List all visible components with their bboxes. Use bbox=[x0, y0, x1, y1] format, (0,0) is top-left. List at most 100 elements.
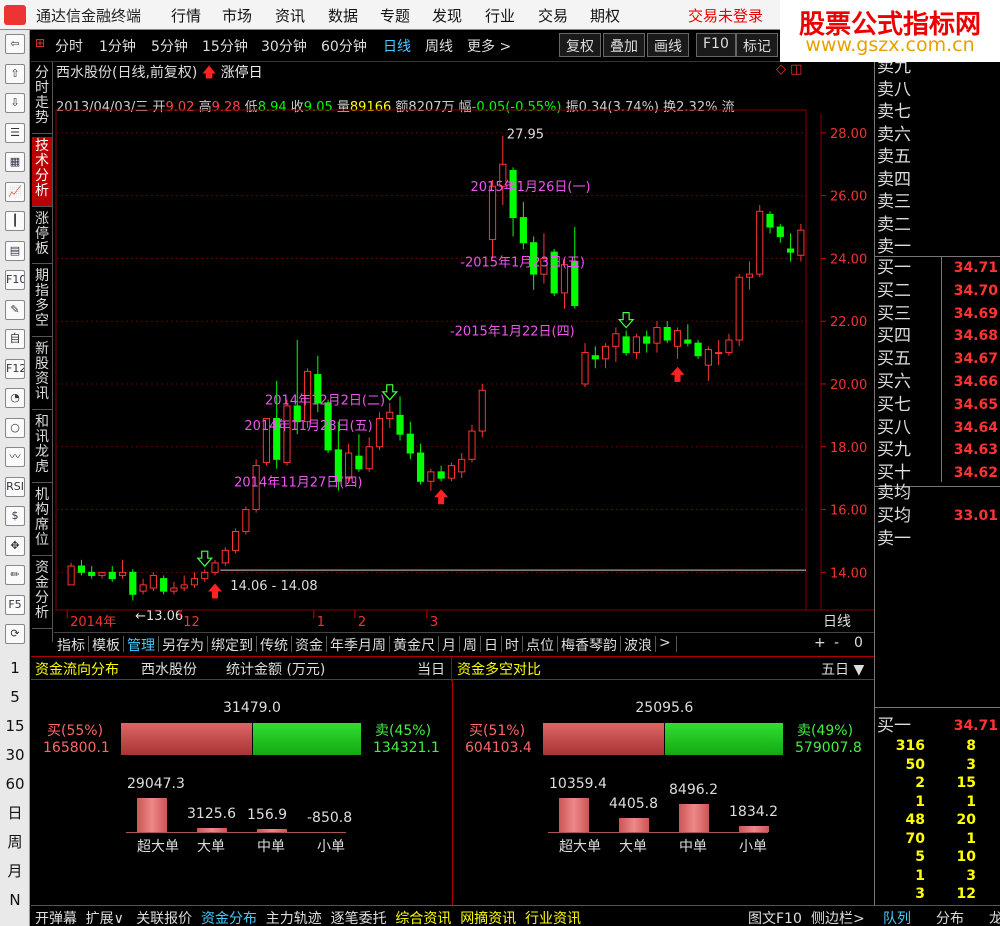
status-item-4[interactable]: 主力轨迹 bbox=[266, 908, 322, 926]
bid-level[interactable]: 买四 bbox=[877, 325, 911, 348]
ask-level[interactable]: 卖八 bbox=[877, 79, 911, 102]
toolbar-btn-2[interactable]: 画线 bbox=[647, 33, 689, 57]
vtab-6[interactable]: 机 构 席 位 bbox=[32, 486, 52, 556]
rsi-icon[interactable]: RSI bbox=[5, 476, 25, 497]
status-sidebar[interactable]: 侧边栏> bbox=[811, 908, 865, 926]
status-info-0[interactable]: 综合资讯 bbox=[395, 908, 451, 926]
book-tab-0[interactable]: 队列 bbox=[883, 908, 911, 926]
vtab-4[interactable]: 新 股 资 讯 bbox=[32, 340, 52, 410]
toolbar-btn-4[interactable]: 标记 bbox=[736, 33, 778, 57]
f5-icon[interactable]: F5 bbox=[5, 594, 25, 615]
fund-flow-title[interactable]: 资金流向分布 bbox=[35, 659, 119, 679]
indicator-tab-11[interactable]: 日 bbox=[484, 635, 498, 655]
period-shortcut-0[interactable]: 1 bbox=[3, 660, 27, 676]
ask-level[interactable]: 卖三 bbox=[877, 191, 911, 214]
timeframe-2[interactable]: 5分钟 bbox=[151, 36, 188, 56]
bid-level[interactable]: 买三 bbox=[877, 303, 911, 326]
period-shortcut-8[interactable]: N bbox=[3, 892, 27, 908]
indicator-tab-6[interactable]: 资金 bbox=[295, 635, 323, 655]
period-shortcut-3[interactable]: 30 bbox=[3, 747, 27, 763]
note-icon[interactable]: ✎ bbox=[5, 299, 25, 320]
period-shortcut-7[interactable]: 月 bbox=[3, 863, 27, 879]
table-icon[interactable]: ▤ bbox=[5, 240, 25, 261]
zoom-btn-1[interactable]: - bbox=[834, 635, 839, 651]
status-f10[interactable]: 图文F10 bbox=[748, 908, 802, 926]
indicator-tab-1[interactable]: 模板 bbox=[92, 635, 120, 655]
f12-icon[interactable]: F12 bbox=[5, 358, 25, 379]
status-item-1[interactable]: 扩展∨ bbox=[86, 908, 124, 926]
vtab-5[interactable]: 和 讯 龙 虎 bbox=[32, 413, 52, 483]
f10-icon[interactable]: F10 bbox=[5, 270, 25, 290]
bid-level[interactable]: 买五 bbox=[877, 348, 911, 371]
menu-topics[interactable]: 专题 bbox=[380, 5, 410, 26]
back-arrow-icon[interactable]: ⇦ bbox=[5, 34, 25, 54]
grid-icon[interactable]: ▦ bbox=[5, 152, 25, 172]
indicator-tab-15[interactable]: 波浪 bbox=[624, 635, 652, 655]
indicator-tab-5[interactable]: 传统 bbox=[260, 635, 288, 655]
indicator-tab-16[interactable]: > bbox=[659, 635, 671, 651]
list-icon[interactable]: ☰ bbox=[5, 122, 25, 143]
menu-industry[interactable]: 行业 bbox=[485, 5, 515, 26]
timeframe-0[interactable]: 分时 bbox=[55, 36, 83, 56]
period-shortcut-2[interactable]: 15 bbox=[3, 718, 27, 734]
status-item-3[interactable]: 资金分布 bbox=[201, 908, 257, 926]
ask-level[interactable]: 卖六 bbox=[877, 124, 911, 147]
self-icon[interactable]: 自 bbox=[5, 329, 25, 349]
menu-discover[interactable]: 发现 bbox=[432, 5, 462, 26]
pen-icon[interactable]: ✏ bbox=[5, 565, 25, 585]
timeframe-1[interactable]: 1分钟 bbox=[99, 36, 136, 56]
vtab-0[interactable]: 分 时 走 势 bbox=[32, 64, 52, 134]
bid-level[interactable]: 买二 bbox=[877, 280, 911, 303]
line-chart-icon[interactable]: 📈 bbox=[5, 181, 25, 202]
toolbar-btn-1[interactable]: 叠加 bbox=[603, 33, 645, 57]
timeframe-8[interactable]: 更多 > bbox=[467, 36, 511, 56]
move-icon[interactable]: ✥ bbox=[5, 535, 25, 556]
ask-level[interactable]: 卖四 bbox=[877, 169, 911, 192]
timeframe-3[interactable]: 15分钟 bbox=[202, 36, 248, 56]
dollar-icon[interactable]: $ bbox=[5, 506, 25, 526]
status-item-5[interactable]: 逐笔委托 bbox=[331, 908, 387, 926]
menu-options[interactable]: 期权 bbox=[590, 5, 620, 26]
chart-options-icon[interactable]: ◇ ◫ bbox=[776, 62, 802, 77]
period-shortcut-1[interactable]: 5 bbox=[3, 689, 27, 705]
indicator-tab-14[interactable]: 梅香琴韵 bbox=[561, 635, 617, 655]
bid-level[interactable]: 买七 bbox=[877, 394, 911, 417]
book-tab-2[interactable]: 龙 bbox=[989, 908, 1000, 926]
indicator-tab-3[interactable]: 另存为 bbox=[162, 635, 204, 655]
indicator-tab-10[interactable]: 周 bbox=[463, 635, 477, 655]
circle-icon[interactable]: ○ bbox=[5, 417, 25, 438]
indicator-tab-9[interactable]: 月 bbox=[442, 635, 456, 655]
status-info-2[interactable]: 行业资讯 bbox=[525, 908, 581, 926]
expand-icon[interactable]: ⊞ bbox=[35, 36, 45, 50]
vtab-7[interactable]: 资 金 分 析 bbox=[32, 559, 52, 629]
period-shortcut-5[interactable]: 日 bbox=[3, 805, 27, 821]
vtab-2[interactable]: 涨 停 板 bbox=[32, 210, 52, 264]
ask-level[interactable]: 卖七 bbox=[877, 101, 911, 124]
indicator-tab-4[interactable]: 绑定到 bbox=[211, 635, 253, 655]
timeframe-7[interactable]: 周线 bbox=[425, 36, 453, 56]
bid-level[interactable]: 买九 bbox=[877, 439, 911, 462]
refresh-icon[interactable]: ⟳ bbox=[5, 624, 25, 644]
menu-news[interactable]: 资讯 bbox=[275, 5, 305, 26]
up-arrow-icon[interactable]: ⇧ bbox=[5, 63, 25, 84]
zoom-btn-2[interactable]: 0 bbox=[854, 635, 863, 651]
zoom-btn-0[interactable]: + bbox=[814, 635, 826, 651]
indicator-tab-7[interactable]: 年季月周 bbox=[330, 635, 386, 655]
kline-icon[interactable]: ┃ bbox=[5, 211, 25, 231]
menu-market[interactable]: 市场 bbox=[222, 5, 252, 26]
wave-icon[interactable]: 〰 bbox=[5, 447, 25, 467]
ask-level[interactable]: 卖五 bbox=[877, 146, 911, 169]
login-status[interactable]: 交易未登录 bbox=[688, 5, 763, 26]
menu-data[interactable]: 数据 bbox=[328, 5, 358, 26]
bid-level[interactable]: 买一 bbox=[877, 257, 911, 280]
ask-level[interactable]: 卖二 bbox=[877, 214, 911, 237]
fund-period-left[interactable]: 当日 bbox=[417, 659, 445, 679]
timeframe-6[interactable]: 日线 bbox=[383, 36, 411, 56]
bid-level[interactable]: 买八 bbox=[877, 417, 911, 440]
menu-quotes[interactable]: 行情 bbox=[171, 5, 201, 26]
menu-trade[interactable]: 交易 bbox=[538, 5, 568, 26]
toolbar-btn-3[interactable]: F10 bbox=[696, 33, 736, 57]
bid-level[interactable]: 买六 bbox=[877, 371, 911, 394]
period-shortcut-6[interactable]: 周 bbox=[3, 834, 27, 850]
indicator-tab-13[interactable]: 点位 bbox=[526, 635, 554, 655]
